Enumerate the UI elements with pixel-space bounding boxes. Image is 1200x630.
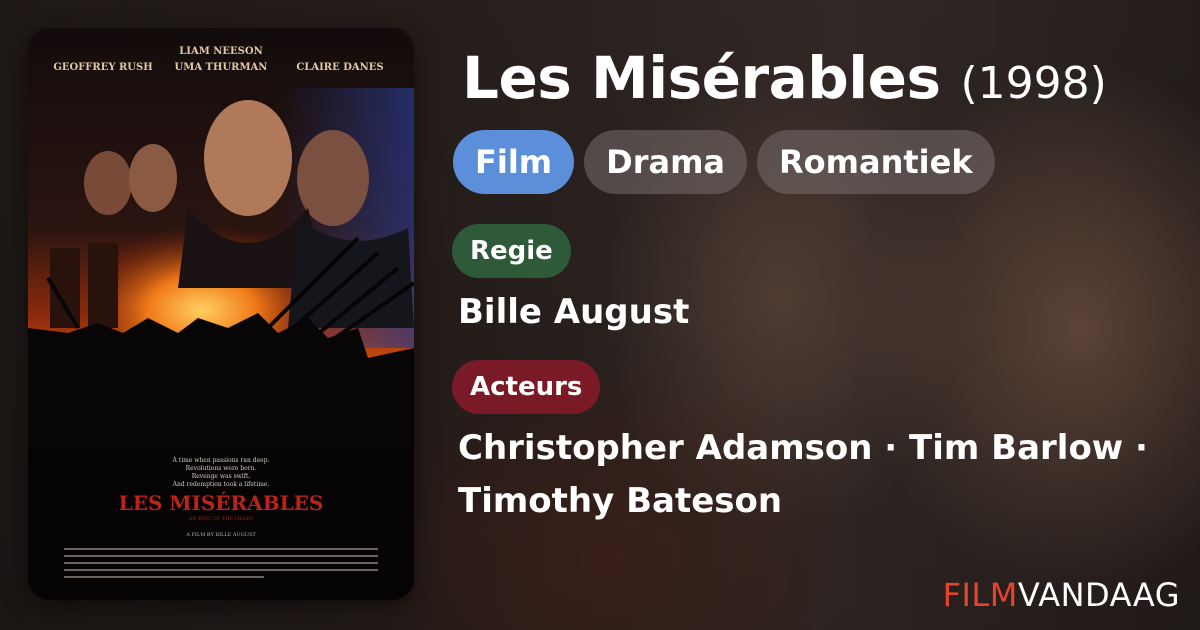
- tag-romantiek[interactable]: Romantiek: [757, 130, 995, 194]
- poster-artwork: LIAM NEESON GEOFFREY RUSH UMA THURMAN CL…: [28, 28, 414, 600]
- brand-logo-part-2: VANDAAG: [1017, 576, 1180, 614]
- poster-tagline-4: And redemption took a lifetime.: [172, 481, 270, 488]
- poster-actor-mid: UMA THURMAN: [175, 62, 268, 73]
- title-row: Les Misérables (1998): [462, 44, 1107, 112]
- tag-drama[interactable]: Drama: [584, 130, 748, 194]
- poster-actor-right: CLAIRE DANES: [296, 62, 383, 73]
- brand-logo-part-1: FILM: [942, 576, 1018, 614]
- poster-actor-top: LIAM NEESON: [179, 46, 262, 57]
- genre-tags: Film Drama Romantiek: [453, 130, 995, 194]
- poster-tagline-2: Revolutions were born.: [186, 465, 257, 472]
- poster-subtitle: AN EPIC OF THE HEART: [188, 516, 254, 522]
- cast-label: Acteurs: [452, 360, 601, 414]
- poster-title: LES MISÉRABLES: [119, 491, 324, 515]
- cast-names[interactable]: Christopher Adamson · Tim Barlow · Timot…: [458, 422, 1158, 528]
- brand-logo[interactable]: FILMVANDAAG: [943, 576, 1180, 614]
- poster-tagline-1: A time when passions ran deep.: [172, 457, 270, 464]
- poster-actor-left: GEOFFREY RUSH: [53, 62, 152, 73]
- movie-year: (1998): [960, 58, 1107, 109]
- tag-film[interactable]: Film: [453, 130, 575, 194]
- movie-poster[interactable]: LIAM NEESON GEOFFREY RUSH UMA THURMAN CL…: [28, 28, 414, 600]
- poster-tagline-3: Revenge was swift.: [192, 473, 251, 480]
- poster-credit: A FILM BY BILLE AUGUST: [185, 532, 256, 538]
- movie-title: Les Misérables: [462, 44, 941, 112]
- director-name[interactable]: Bille August: [458, 286, 689, 339]
- director-label: Regie: [452, 224, 571, 278]
